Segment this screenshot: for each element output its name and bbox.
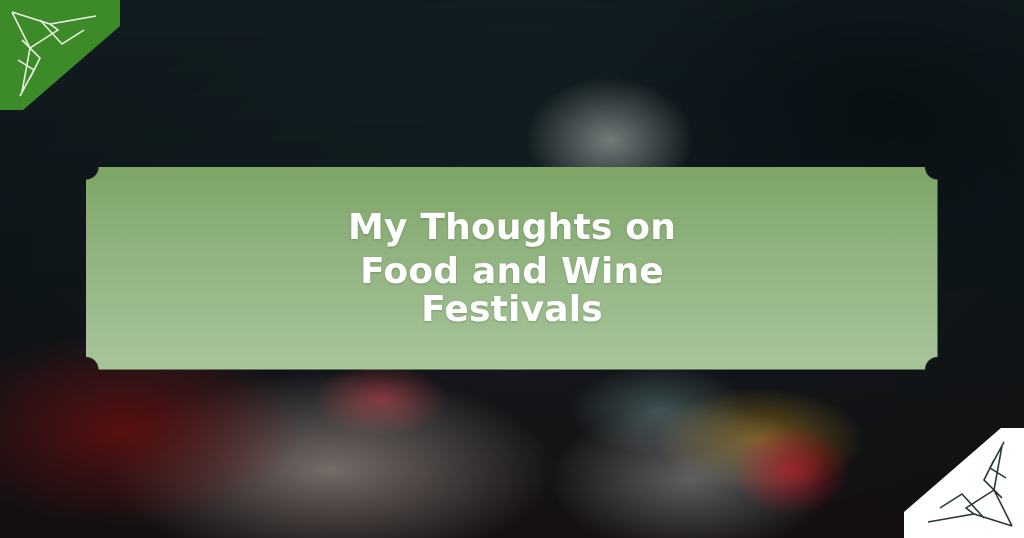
title-banner: My Thoughts on Food and Wine Festivals xyxy=(86,167,938,370)
title-line-1: My Thoughts on xyxy=(347,206,677,248)
title-line-3: Festivals xyxy=(421,288,603,330)
title-line-2: Food and Wine xyxy=(360,250,664,292)
page-title: My Thoughts on Food and Wine Festivals xyxy=(302,206,722,332)
featured-image: My Thoughts on Food and Wine Festivals xyxy=(0,0,1024,538)
leaf-corner-ornament-icon xyxy=(904,428,1024,538)
leaf-corner-ornament-icon xyxy=(0,0,120,110)
